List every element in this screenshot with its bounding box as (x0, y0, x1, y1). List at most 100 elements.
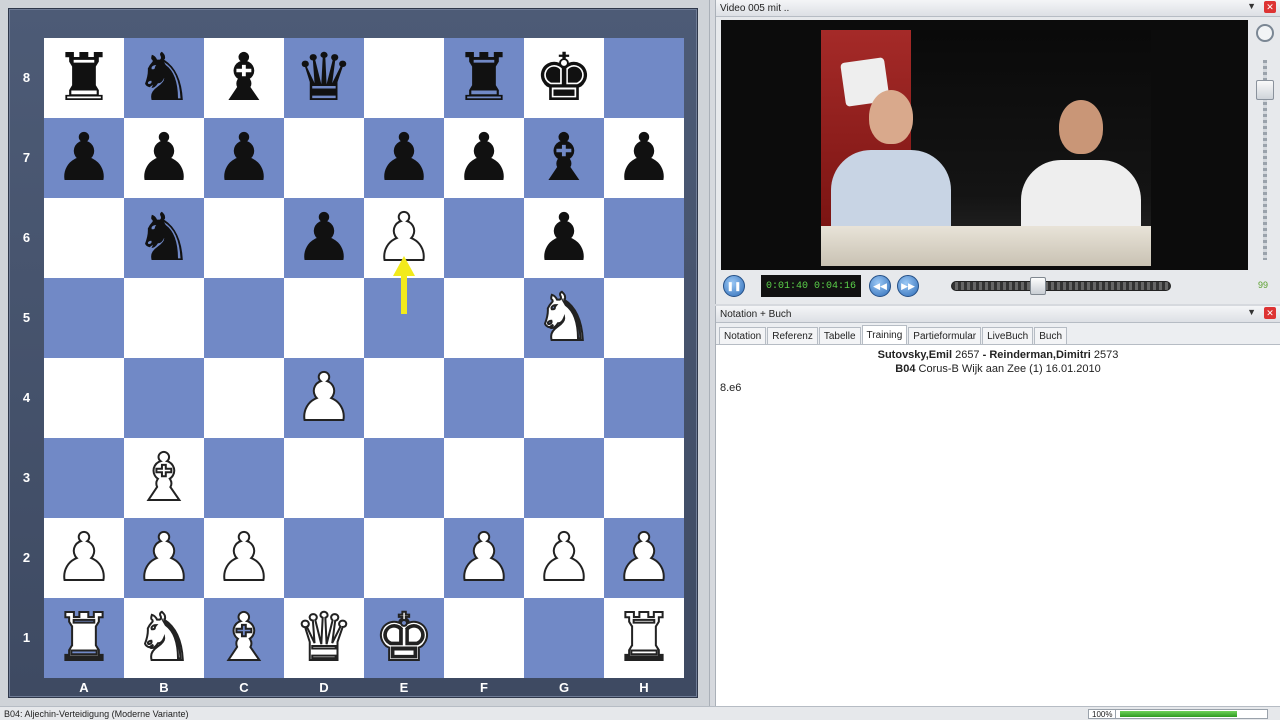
square-h4[interactable] (604, 358, 684, 438)
white-pawn[interactable]: ♟ (613, 518, 674, 598)
square-d8[interactable]: ♛ (284, 38, 364, 118)
volume-slider-thumb[interactable] (1256, 80, 1274, 100)
white-rook[interactable]: ♜ (613, 598, 674, 678)
black-queen[interactable]: ♛ (294, 38, 353, 118)
tab-notation[interactable]: Notation (719, 327, 767, 344)
white-pawn[interactable]: ♟ (213, 518, 274, 598)
black-pawn[interactable]: ♟ (214, 118, 273, 198)
black-pawn[interactable]: ♟ (54, 118, 113, 198)
black-bishop[interactable]: ♝ (214, 38, 273, 118)
square-c7[interactable]: ♟ (204, 118, 284, 198)
square-a8[interactable]: ♜ (44, 38, 124, 118)
square-e5[interactable] (364, 278, 444, 358)
tab-buch[interactable]: Buch (1034, 327, 1068, 344)
white-pawn[interactable]: ♟ (373, 198, 434, 278)
move-list[interactable]: 8.e6 (716, 376, 1280, 400)
black-pawn[interactable]: ♟ (374, 118, 433, 198)
square-a5[interactable] (44, 278, 124, 358)
square-c6[interactable] (204, 198, 284, 278)
black-knight[interactable]: ♞ (134, 198, 193, 278)
square-b8[interactable]: ♞ (124, 38, 204, 118)
square-b5[interactable] (124, 278, 204, 358)
square-d2[interactable] (284, 518, 364, 598)
eco-code[interactable]: B04 (895, 363, 915, 375)
black-king[interactable]: ♚ (534, 38, 593, 118)
black-knight[interactable]: ♞ (134, 38, 193, 118)
square-g7[interactable]: ♝ (524, 118, 604, 198)
square-h7[interactable]: ♟ (604, 118, 684, 198)
square-f8[interactable]: ♜ (444, 38, 524, 118)
tab-training[interactable]: Training (861, 325, 908, 344)
square-f6[interactable] (444, 198, 524, 278)
forward-button[interactable]: ▶▶ (897, 275, 919, 297)
white-pawn[interactable]: ♟ (453, 518, 514, 598)
square-a4[interactable] (44, 358, 124, 438)
white-pawn[interactable]: ♟ (293, 358, 354, 438)
white-player[interactable]: Sutovsky,Emil (878, 349, 952, 361)
square-b2[interactable]: ♟ (124, 518, 204, 598)
black-rook[interactable]: ♜ (454, 38, 513, 118)
square-b3[interactable]: ♝ (124, 438, 204, 518)
square-e6[interactable]: ♟ (364, 198, 444, 278)
square-c8[interactable]: ♝ (204, 38, 284, 118)
white-queen[interactable]: ♛ (293, 598, 354, 678)
square-g5[interactable]: ♞ (524, 278, 604, 358)
video-player[interactable] (721, 20, 1248, 270)
seek-bar[interactable] (951, 277, 1171, 295)
square-g1[interactable] (524, 598, 604, 678)
square-h6[interactable] (604, 198, 684, 278)
square-h8[interactable] (604, 38, 684, 118)
square-c1[interactable]: ♝ (204, 598, 284, 678)
square-h2[interactable]: ♟ (604, 518, 684, 598)
tab-referenz[interactable]: Referenz (767, 327, 818, 344)
square-e4[interactable] (364, 358, 444, 438)
square-e7[interactable]: ♟ (364, 118, 444, 198)
chess-board[interactable]: ♜ ♞ ♝ ♛ ♜ ♚ ♟ ♟ ♟ ♟ ♟ ♝ ♟ ♞ ♟ ♟ ♟ ♞ ♟ ♝ ♟ ♟ ♟ ♟ ♟ ♟ ♜ ♞ ♝ ♛ ♚ ♜ (44, 38, 684, 678)
white-king[interactable]: ♚ (373, 598, 434, 678)
tab-partieformular[interactable]: Partieformular (908, 327, 982, 344)
square-c5[interactable] (204, 278, 284, 358)
tab-livebuch[interactable]: LiveBuch (982, 327, 1034, 344)
white-pawn[interactable]: ♟ (133, 518, 194, 598)
square-b6[interactable]: ♞ (124, 198, 204, 278)
square-g8[interactable]: ♚ (524, 38, 604, 118)
square-c3[interactable] (204, 438, 284, 518)
square-h1[interactable]: ♜ (604, 598, 684, 678)
black-rook[interactable]: ♜ (54, 38, 113, 118)
square-h3[interactable] (604, 438, 684, 518)
square-e3[interactable] (364, 438, 444, 518)
square-d1[interactable]: ♛ (284, 598, 364, 678)
square-f5[interactable] (444, 278, 524, 358)
square-g6[interactable]: ♟ (524, 198, 604, 278)
square-b1[interactable]: ♞ (124, 598, 204, 678)
square-f2[interactable]: ♟ (444, 518, 524, 598)
black-pawn[interactable]: ♟ (294, 198, 353, 278)
square-b4[interactable] (124, 358, 204, 438)
square-d5[interactable] (284, 278, 364, 358)
square-a6[interactable] (44, 198, 124, 278)
pause-button[interactable]: ❚❚ (723, 275, 745, 297)
square-g3[interactable] (524, 438, 604, 518)
square-b7[interactable]: ♟ (124, 118, 204, 198)
square-a1[interactable]: ♜ (44, 598, 124, 678)
square-a7[interactable]: ♟ (44, 118, 124, 198)
white-knight[interactable]: ♞ (533, 278, 594, 358)
square-a3[interactable] (44, 438, 124, 518)
square-f4[interactable] (444, 358, 524, 438)
white-rook[interactable]: ♜ (53, 598, 114, 678)
black-pawn[interactable]: ♟ (534, 198, 593, 278)
square-f3[interactable] (444, 438, 524, 518)
white-knight[interactable]: ♞ (133, 598, 194, 678)
square-g2[interactable]: ♟ (524, 518, 604, 598)
square-c4[interactable] (204, 358, 284, 438)
black-bishop[interactable]: ♝ (534, 118, 593, 198)
square-f1[interactable] (444, 598, 524, 678)
square-c2[interactable]: ♟ (204, 518, 284, 598)
white-pawn[interactable]: ♟ (533, 518, 594, 598)
pin-dropdown-icon[interactable]: ▼ (1247, 1, 1256, 13)
black-pawn[interactable]: ♟ (134, 118, 193, 198)
square-e8[interactable] (364, 38, 444, 118)
square-f7[interactable]: ♟ (444, 118, 524, 198)
square-h5[interactable] (604, 278, 684, 358)
black-pawn[interactable]: ♟ (454, 118, 513, 198)
